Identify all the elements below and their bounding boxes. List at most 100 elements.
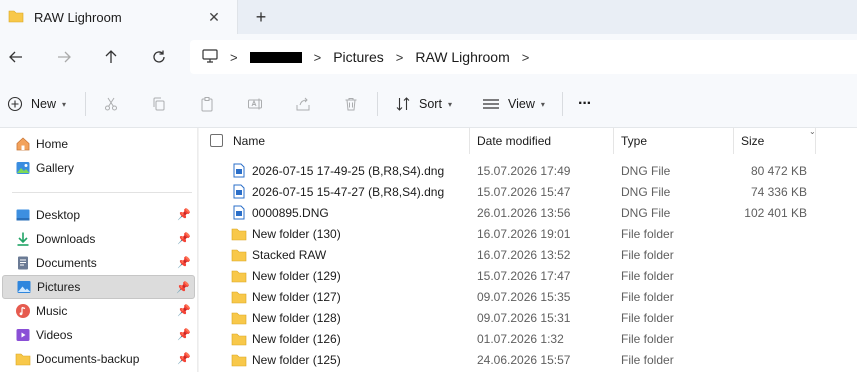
sort-button[interactable]: Sort ▾	[395, 92, 452, 116]
chevron-right-icon[interactable]: >	[314, 50, 322, 65]
arrow-up-icon	[105, 50, 117, 63]
file-size: 102 401 KB	[744, 205, 807, 220]
sort-label: Sort	[419, 97, 442, 111]
file-type: File folder	[621, 247, 674, 262]
downloads-icon	[14, 230, 32, 248]
pin-icon[interactable]: 📌	[177, 304, 191, 317]
share-button[interactable]	[295, 92, 311, 116]
sidebar-item-gallery[interactable]: Gallery	[2, 156, 195, 180]
tab-raw-lighroom[interactable]: RAW Lighroom ✕	[0, 0, 238, 34]
file-name-cell[interactable]: New folder (128)	[231, 307, 341, 328]
sidebar-item-videos[interactable]: Videos 📌	[2, 323, 195, 347]
more-icon: ···	[578, 95, 592, 112]
file-row[interactable]: 0000895.DNG 26.01.2026 13:56 DNG File 102 4…	[199, 202, 857, 223]
chevron-right-icon[interactable]: >	[396, 50, 404, 65]
chevron-down-icon: ▾	[447, 99, 452, 109]
column-type[interactable]: Type	[614, 128, 734, 154]
share-icon	[296, 97, 310, 111]
file-row[interactable]: New folder (130) 16.07.2026 19:01 File fol…	[199, 223, 857, 244]
rename-button[interactable]	[247, 92, 263, 116]
back-button[interactable]	[4, 45, 28, 69]
file-name-cell[interactable]: 2026-07-15 15-47-27 (B,R8,S4).dng	[231, 181, 444, 202]
pin-icon[interactable]: 📌	[177, 328, 191, 341]
sidebar-item-label: Desktop	[36, 208, 81, 222]
tab-title: RAW Lighroom	[34, 9, 122, 25]
file-type: File folder	[621, 268, 674, 283]
select-all-checkbox[interactable]	[210, 134, 223, 147]
file-name-cell[interactable]: Stacked RAW	[231, 244, 326, 265]
column-type-label: Type	[621, 134, 648, 148]
plus-circle-icon	[7, 96, 23, 112]
new-button[interactable]: New ▾	[7, 92, 66, 116]
navigation-bar: > > Pictures > RAW Lighroom >	[0, 34, 857, 80]
breadcrumb-pictures[interactable]: Pictures	[333, 49, 384, 65]
pin-icon[interactable]: 📌	[177, 232, 191, 245]
file-name: New folder (127)	[252, 289, 341, 304]
file-row[interactable]: New folder (129) 15.07.2026 17:47 File fol…	[199, 265, 857, 286]
file-name-cell[interactable]: New folder (125)	[231, 349, 341, 370]
this-pc-icon[interactable]	[202, 48, 218, 66]
file-name: New folder (126)	[252, 331, 341, 346]
address-bar[interactable]: > > Pictures > RAW Lighroom >	[190, 40, 857, 74]
chevron-right-icon[interactable]: >	[522, 50, 530, 65]
sidebar-item-pictures[interactable]: Pictures 📌	[2, 275, 195, 299]
divider	[377, 92, 378, 116]
pin-icon[interactable]: 📌	[177, 352, 191, 365]
cut-button[interactable]	[103, 92, 119, 116]
file-type: File folder	[621, 289, 674, 304]
view-label: View	[508, 97, 535, 111]
file-row[interactable]: New folder (125) 24.06.2026 15:57 File fol…	[199, 349, 857, 370]
pin-icon[interactable]: 📌	[177, 256, 191, 269]
delete-button[interactable]	[343, 92, 359, 116]
file-name-cell[interactable]: New folder (130)	[231, 223, 341, 244]
paste-button[interactable]	[199, 92, 215, 116]
more-options-button[interactable]: ···	[578, 92, 592, 116]
file-name-cell[interactable]: New folder (129)	[231, 265, 341, 286]
sidebar-item-music[interactable]: Music 📌	[2, 299, 195, 323]
refresh-button[interactable]	[147, 45, 171, 69]
file-name-cell[interactable]: New folder (126)	[231, 328, 341, 349]
sidebar-item-documents[interactable]: Documents 📌	[2, 251, 195, 275]
file-name-cell[interactable]: New folder (127)	[231, 286, 341, 307]
copy-button[interactable]	[151, 92, 167, 116]
folder-icon	[231, 331, 247, 347]
arrow-left-icon	[9, 51, 22, 63]
chevron-right-icon[interactable]: >	[230, 50, 238, 65]
sidebar-item-downloads[interactable]: Downloads 📌	[2, 227, 195, 251]
breadcrumb-raw-lighroom[interactable]: RAW Lighroom	[415, 49, 509, 65]
folder-icon	[231, 289, 247, 305]
column-size-label: Size	[741, 134, 765, 148]
tab-bar: RAW Lighroom ✕ +	[0, 0, 857, 34]
pin-icon[interactable]: 📌	[176, 281, 190, 294]
view-button[interactable]: View ▾	[482, 92, 545, 116]
file-row[interactable]: New folder (126) 01.07.2026 1:32 File fold…	[199, 328, 857, 349]
column-name[interactable]: Name	[226, 128, 470, 154]
file-row[interactable]: New folder (127) 09.07.2026 15:35 File fol…	[199, 286, 857, 307]
file-name: New folder (128)	[252, 310, 341, 325]
file-row[interactable]: Stacked RAW 16.07.2026 13:52 File folder	[199, 244, 857, 265]
up-button[interactable]	[99, 45, 123, 69]
sidebar-item-label: Gallery	[36, 161, 75, 175]
forward-button[interactable]	[52, 45, 76, 69]
sidebar-item-desktop[interactable]: Desktop 📌	[2, 203, 195, 227]
file-row[interactable]: 2026-07-15 15-47-27 (B,R8,S4).dng 15.07.2…	[199, 181, 857, 202]
file-date: 16.07.2026 19:01	[477, 226, 571, 241]
file-row[interactable]: New folder (128) 09.07.2026 15:31 File fol…	[199, 307, 857, 328]
column-date-label: Date modified	[477, 134, 552, 148]
column-size[interactable]: Size	[734, 128, 816, 154]
file-row[interactable]: 2026-07-15 17-49-25 (B,R8,S4).dng 15.07.2…	[199, 160, 857, 181]
file-name-cell[interactable]: 0000895.DNG	[231, 202, 329, 223]
new-tab-button[interactable]: +	[250, 6, 272, 28]
sidebar-item-documents-backup[interactable]: Documents-backup 📌	[2, 347, 195, 371]
close-tab-icon[interactable]: ✕	[205, 8, 223, 26]
file-name-cell[interactable]: 2026-07-15 17-49-25 (B,R8,S4).dng	[231, 160, 444, 181]
pin-icon[interactable]: 📌	[177, 208, 191, 221]
redacted-user-crumb[interactable]	[249, 51, 302, 63]
sidebar-item-home[interactable]: Home	[2, 132, 195, 156]
navigation-pane: Home Gallery Desktop 📌 Downloads 📌 Docum…	[0, 128, 198, 372]
column-date-modified[interactable]: ⌄ Date modified	[470, 127, 816, 154]
sidebar-item-label: Home	[36, 137, 69, 151]
divider	[85, 92, 86, 116]
sidebar-item-label: Documents	[36, 256, 97, 270]
chevron-down-icon: ▾	[540, 99, 545, 109]
